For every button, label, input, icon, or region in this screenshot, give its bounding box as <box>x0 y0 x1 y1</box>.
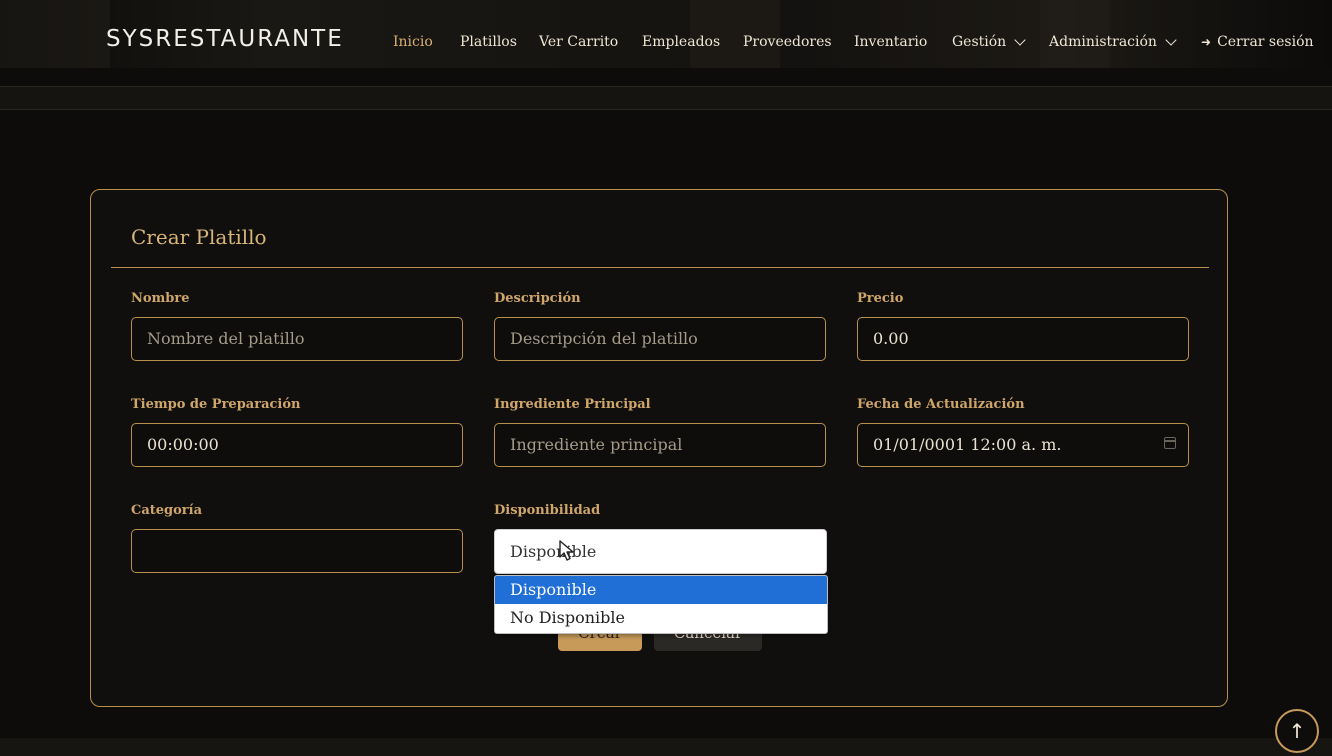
card-divider <box>111 267 1209 268</box>
nav-proveedores-label: Proveedores <box>743 34 832 50</box>
nav-ver-carrito-label: Ver Carrito <box>539 34 619 50</box>
nav-platillos[interactable]: Platillos <box>460 34 517 50</box>
nav-inicio[interactable]: Inicio <box>393 34 433 50</box>
nav-cerrar-sesion[interactable]: ➜ Cerrar sesión <box>1201 34 1314 50</box>
nav-ver-carrito[interactable]: Ver Carrito <box>539 34 618 50</box>
nombre-input[interactable]: Nombre del platillo <box>131 317 463 361</box>
sub-header-strip <box>0 86 1332 110</box>
ingrediente-label: Ingrediente Principal <box>494 397 651 412</box>
chevron-down-icon <box>1165 34 1177 46</box>
nombre-label: Nombre <box>131 291 190 306</box>
nav-platillos-label: Platillos <box>460 34 517 50</box>
fecha-actualizacion-input[interactable]: 01/01/0001 12:00 a. m. <box>857 423 1189 467</box>
nav-empleados-label: Empleados <box>642 34 721 50</box>
arrow-up-icon: ↑ <box>1288 719 1306 743</box>
option-no-disponible[interactable]: No Disponible <box>495 604 827 632</box>
categoria-label: Categoría <box>131 503 203 518</box>
ingrediente-input[interactable]: Ingrediente principal <box>494 423 826 467</box>
chevron-down-icon <box>1014 34 1026 46</box>
mouse-cursor-icon <box>559 540 574 561</box>
brand-logo[interactable]: SYSRESTAURANTE <box>106 26 344 52</box>
top-navbar: SYSRESTAURANTE Inicio Platillos Ver Carr… <box>0 0 1332 68</box>
precio-label: Precio <box>857 291 904 306</box>
nav-inicio-label: Inicio <box>393 34 433 50</box>
disponibilidad-dropdown: Disponible No Disponible <box>494 575 828 634</box>
header-background <box>0 0 110 68</box>
precio-input[interactable]: 0.00 <box>857 317 1189 361</box>
option-disponible[interactable]: Disponible <box>495 576 827 604</box>
card-title: Crear Platillo <box>131 225 267 249</box>
scroll-to-top-button[interactable]: ↑ <box>1275 709 1319 753</box>
categoria-select[interactable] <box>131 529 463 573</box>
fecha-label: Fecha de Actualización <box>857 397 1025 412</box>
nav-empleados[interactable]: Empleados <box>642 34 720 50</box>
create-dish-card: Crear Platillo Nombre Nombre del platill… <box>90 189 1228 707</box>
footer-strip <box>0 738 1332 756</box>
nav-gestion-dropdown[interactable]: Gestión <box>952 34 1026 50</box>
tiempo-label: Tiempo de Preparación <box>131 397 301 412</box>
nav-inventario[interactable]: Inventario <box>854 34 927 50</box>
descripcion-label: Descripción <box>494 291 581 306</box>
nav-proveedores[interactable]: Proveedores <box>743 34 832 50</box>
disponibilidad-label: Disponibilidad <box>494 503 601 518</box>
nav-administracion-label: Administración <box>1049 34 1157 50</box>
nav-cerrar-sesion-label: Cerrar sesión <box>1217 34 1314 50</box>
disponibilidad-select[interactable]: Disponible <box>494 529 827 574</box>
fecha-value: 01/01/0001 12:00 a. m. <box>873 435 1062 454</box>
tiempo-preparacion-input[interactable]: 00:00:00 <box>131 423 463 467</box>
calendar-icon[interactable] <box>1164 437 1176 449</box>
nav-administracion-dropdown[interactable]: Administración <box>1049 34 1177 50</box>
sign-out-icon: ➜ <box>1201 35 1212 49</box>
nav-inventario-label: Inventario <box>854 34 928 50</box>
nav-gestion-label: Gestión <box>952 34 1007 50</box>
descripcion-input[interactable]: Descripción del platillo <box>494 317 826 361</box>
